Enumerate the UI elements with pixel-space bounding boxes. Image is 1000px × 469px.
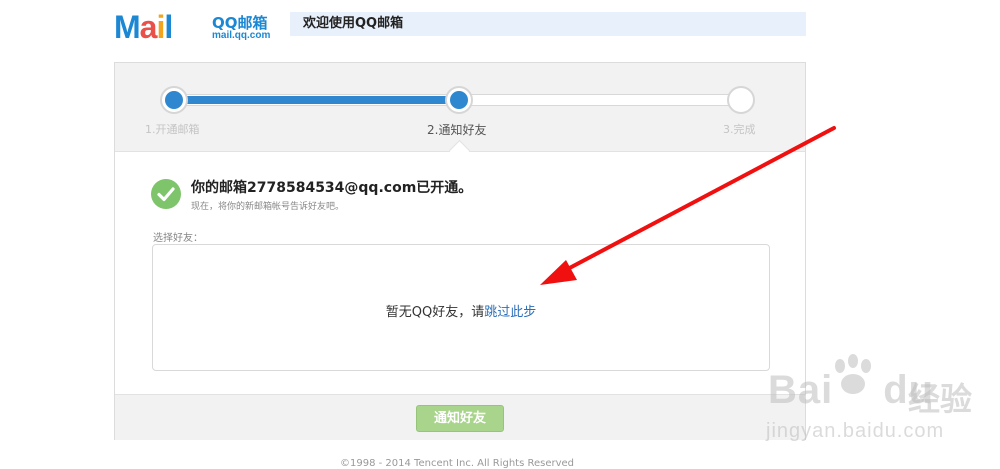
qq-mail-logo[interactable]: Mail QQ邮箱 mail.qq.com	[114, 10, 284, 46]
copyright-text: ©1998 - 2014 Tencent Inc. All Rights Res…	[340, 458, 575, 469]
empty-friends-message: 暂无QQ好友，请跳过此步	[153, 301, 769, 320]
select-friends-label: 选择好友：	[153, 233, 203, 244]
logo-letter-m: M	[114, 9, 141, 45]
step-2-dot	[445, 86, 473, 114]
skip-step-link[interactable]: 跳过此步	[484, 305, 536, 320]
mailbox-opened-title: 你的邮箱2778584534@qq.com已开通。	[191, 180, 473, 196]
step-1-dot	[160, 86, 188, 114]
step-3-label: 3.完成	[723, 123, 756, 136]
logo-url: mail.qq.com	[212, 30, 271, 41]
logo-mail-wordmark: Mail	[114, 9, 173, 45]
progress-fill	[166, 96, 457, 104]
watermark-jingyan: 经验	[908, 380, 973, 418]
friends-list-box: 暂无QQ好友，请跳过此步	[152, 244, 770, 371]
logo-letter-l: l	[164, 9, 173, 45]
notify-friends-button[interactable]: 通知好友	[416, 405, 504, 432]
baidu-jingyan-watermark: Bai du 经验 jingyan.baidu.com	[762, 354, 1000, 466]
success-check-icon	[151, 179, 181, 209]
logo-letter-a: a	[139, 9, 158, 45]
action-bar: 通知好友	[115, 394, 805, 440]
setup-panel: 1.开通邮箱 2.通知好友 3.完成 你的邮箱2778584534@qq.com…	[114, 62, 806, 440]
progress-steps: 1.开通邮箱 2.通知好友 3.完成	[115, 63, 805, 152]
step-2-label: 2.通知好友	[427, 123, 487, 137]
empty-friends-text: 暂无QQ好友，请	[385, 305, 485, 320]
mailbox-opened-subtitle: 现在，将你的新邮箱帐号告诉好友吧。	[191, 202, 345, 212]
watermark-brand-bai: Bai	[768, 368, 834, 412]
welcome-banner: 欢迎使用QQ邮箱	[290, 12, 806, 36]
step-1-label: 1.开通邮箱	[145, 123, 200, 136]
step-3-dot	[727, 86, 755, 114]
watermark-url: jingyan.baidu.com	[766, 420, 945, 442]
